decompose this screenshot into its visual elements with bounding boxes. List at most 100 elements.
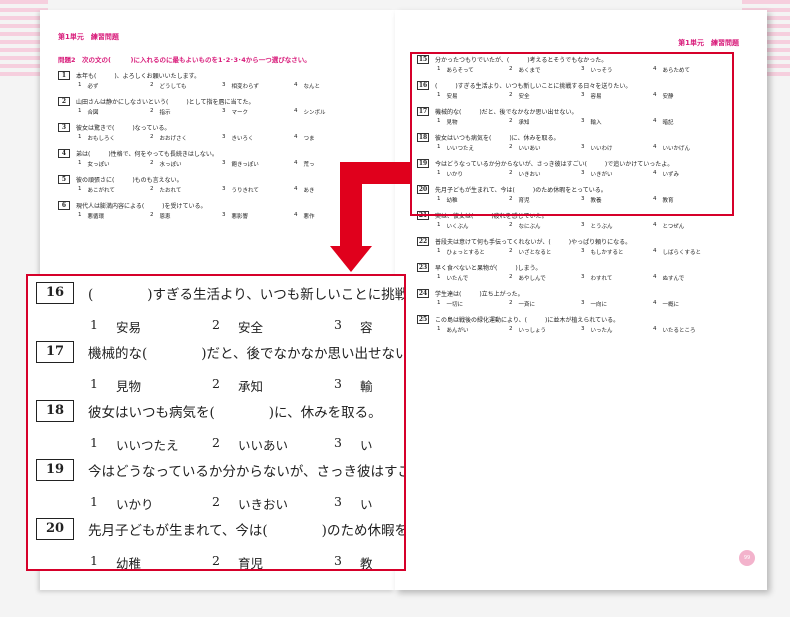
question-item: 3 彼女は驚きで( )なっている。 1 おもしろく 2 おおげさく 3 きいろく 4 つま — [58, 122, 395, 142]
option-number: 2 — [212, 553, 220, 568]
option-text: 一斉に — [518, 302, 536, 308]
option-row: 1 あんがい 2 いっしょう 3 いったん 4 いたるところ — [417, 326, 757, 334]
option-number: 4 — [294, 186, 298, 192]
option-text: 教 — [359, 556, 373, 571]
option-number: 4 — [294, 212, 298, 218]
option-text: い — [359, 497, 373, 512]
option-text: おもしろく — [87, 136, 116, 142]
option-number: 2 — [509, 248, 513, 254]
question-number: 19 — [36, 459, 74, 481]
option-text: いくぶん — [446, 224, 469, 230]
option-number: 2 — [509, 222, 513, 228]
question-text: 本年も( )、よろしくお願いいたします。 — [76, 72, 201, 80]
question-number: 1 — [58, 70, 70, 80]
question-text: 山田さんは静かにしなさいという( )として指を唇に当てた。 — [76, 98, 255, 106]
answer-option: 3容 — [334, 317, 404, 336]
question-text: 彼の頑張さに( )ものも言えない。 — [76, 176, 183, 184]
option-text: マーク — [231, 110, 249, 116]
option-text: 荒っ — [303, 162, 315, 168]
question-text: 弟は( )性格で、何をやっても長続きはしない。 — [76, 150, 218, 158]
question-item: 1 本年も( )、よろしくお願いいたします。 1 必ず 2 どうしても 3 相変わらず 4 なんと — [58, 70, 395, 90]
option-number: 4 — [653, 326, 657, 332]
question-line: 3 彼女は驚きで( )なっている。 — [58, 122, 395, 132]
answer-option: 1 いくぶん — [437, 222, 509, 230]
arrow-down-icon — [330, 246, 372, 272]
question-number: 16 — [36, 282, 74, 304]
question-text: 学生達は( )立ち上がった。 — [435, 290, 524, 298]
option-number: 2 — [212, 376, 220, 391]
option-text: あんがい — [446, 328, 469, 334]
answer-option: 3教 — [334, 553, 404, 571]
option-number: 1 — [78, 82, 82, 88]
answer-option: 4 ぬすんで — [653, 274, 725, 282]
option-text: あこがれて — [87, 188, 115, 194]
option-number: 1 — [90, 376, 98, 391]
answer-option: 3 もしかすると — [581, 248, 653, 256]
option-number: 4 — [653, 300, 657, 306]
option-row: 1 一切に 2 一斉に 3 一向に 4 一概に — [417, 300, 757, 308]
answer-option: 4 しばらくすると — [653, 248, 725, 256]
option-text: 育児 — [237, 556, 263, 571]
answer-option: 4 つま — [294, 134, 366, 142]
option-row: 1 おもしろく 2 おおげさく 3 きいろく 4 つま — [58, 134, 395, 142]
question-line: 22 普段夫は意けて何も手伝ってくれないが、( )やっぱり頼りになる。 — [417, 236, 757, 246]
answer-option: 1 一切に — [437, 300, 509, 308]
option-text: 必ず — [87, 84, 99, 90]
option-number: 3 — [581, 326, 585, 332]
answer-option: 3 悪影響 — [222, 212, 294, 220]
option-text: 悪影響 — [231, 214, 249, 220]
option-number: 1 — [78, 212, 82, 218]
option-text: 飽きっぽい — [231, 162, 259, 168]
answer-option: 3輸 — [334, 376, 404, 395]
option-number: 2 — [150, 212, 154, 218]
option-row: 1 見物 2 承知 3 輸 — [36, 376, 404, 395]
answer-option: 1 見物 — [90, 376, 212, 395]
option-text: いざとなると — [518, 250, 552, 256]
answer-option: 3い — [334, 435, 404, 454]
answer-option: 1 ひょっとすると — [437, 248, 509, 256]
answer-option: 3 飽きっぽい — [222, 160, 294, 168]
question-number: 6 — [58, 200, 70, 210]
option-row: 1 幼稚 2 育児 3 教 — [36, 553, 404, 571]
answer-option: 1 悪循環 — [78, 212, 150, 220]
option-text: いっしょう — [518, 328, 547, 334]
option-number: 1 — [437, 300, 441, 306]
option-number: 2 — [212, 317, 220, 332]
option-number: 1 — [437, 274, 441, 280]
answer-option: 2 恩恵 — [150, 212, 222, 220]
option-row: 1 安易 2 安全 3 容 — [36, 317, 404, 336]
option-text: いったん — [590, 328, 613, 334]
question-line: 20 先月子どもが生まれて、今は( )のため休暇を — [36, 518, 404, 540]
option-text: いいあい — [237, 438, 288, 453]
option-number: 4 — [294, 82, 298, 88]
answer-option: 1 必ず — [78, 82, 150, 90]
option-number: 3 — [334, 376, 342, 391]
option-number: 3 — [581, 248, 585, 254]
question-item: 22 普段夫は意けて何も手伝ってくれないが、( )やっぱり頼りになる。 1 ひょっとす… — [417, 236, 757, 256]
option-text: たおれて — [159, 188, 182, 194]
option-number: 3 — [334, 553, 342, 568]
option-number: 3 — [334, 435, 342, 450]
answer-option: 1 女っぽい — [78, 160, 150, 168]
highlight-box — [410, 52, 734, 216]
zoomed-question: 19 今はどうなっているか分からないが、さっき彼はすご 1 いかり 2 いきおい 3 い — [36, 459, 404, 513]
answer-option: 4 とつぜん — [653, 222, 725, 230]
question-text: 彼女はいつも病気を( )に、休みを取る。 — [88, 405, 382, 421]
answer-option: 2 どうしても — [150, 82, 222, 90]
question-line: 18 彼女はいつも病気を( )に、休みを取る。 — [36, 400, 404, 422]
option-text: 承知 — [237, 379, 263, 394]
page-number: 99 — [739, 550, 755, 566]
option-text: なんと — [303, 84, 321, 90]
option-number: 3 — [222, 160, 226, 166]
option-text: 輸 — [359, 379, 373, 394]
option-text: 水っぽい — [159, 162, 182, 168]
option-text: 女っぽい — [87, 162, 110, 168]
option-row: 1 いくぶん 2 なにぶん 3 とうぶん 4 とつぜん — [417, 222, 757, 230]
option-text: 幼稚 — [115, 556, 141, 571]
question-number: 18 — [36, 400, 74, 422]
option-number: 2 — [150, 186, 154, 192]
zoomed-question: 18 彼女はいつも病気を( )に、休みを取る。 1 いいつたえ 2 いいあい 3 い — [36, 400, 404, 454]
answer-option: 2 おおげさく — [150, 134, 222, 142]
option-text: しばらくすると — [662, 250, 702, 256]
option-number: 2 — [212, 435, 220, 450]
